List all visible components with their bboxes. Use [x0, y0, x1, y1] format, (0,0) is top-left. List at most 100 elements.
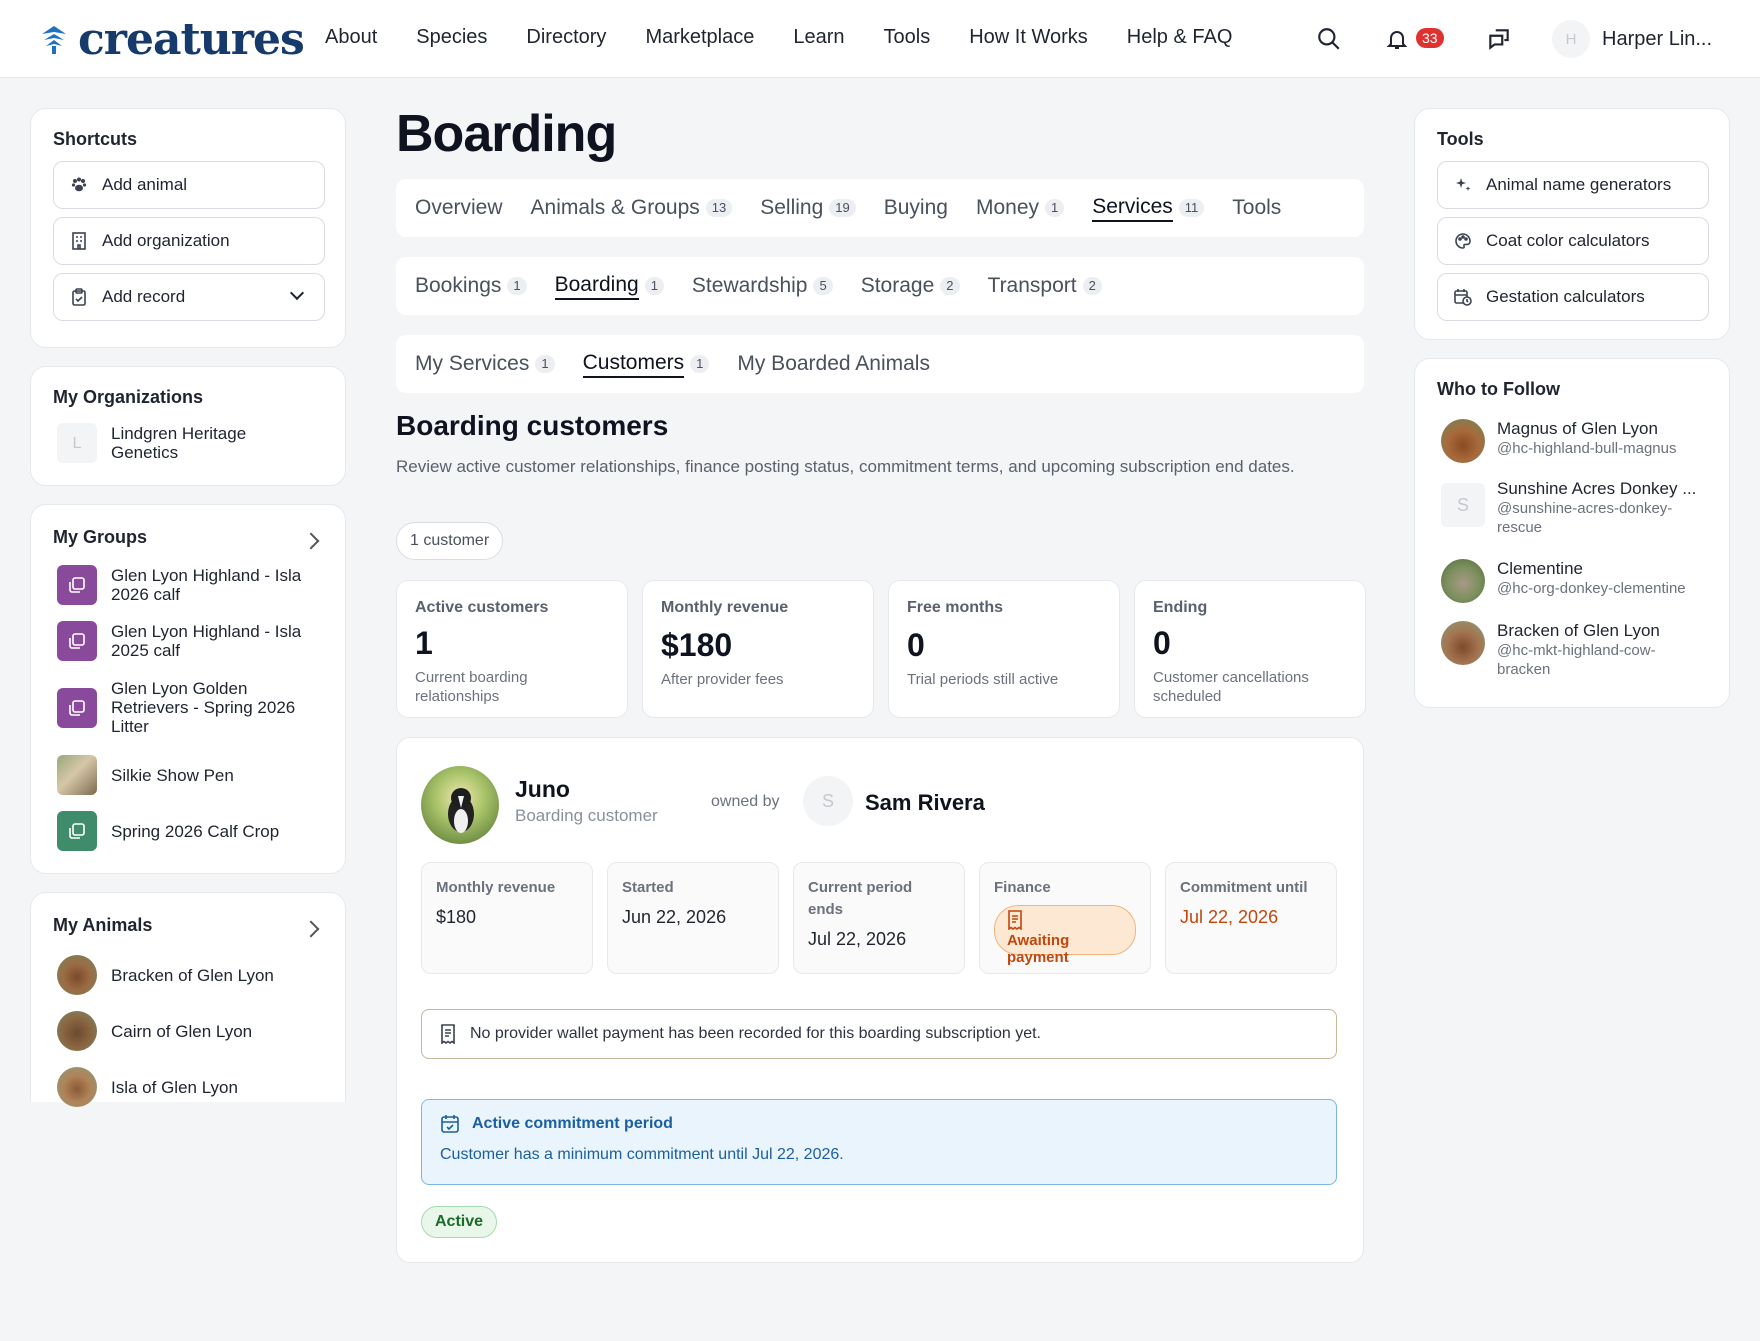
group-item[interactable]: Glen Lyon Highland - Isla 2025 calf [57, 621, 317, 661]
chevron-right-icon[interactable] [302, 532, 320, 550]
tab-my-boarded-animals[interactable]: My Boarded Animals [737, 352, 930, 376]
tab-stewardship[interactable]: Stewardship 5 [692, 274, 833, 298]
follow-name: Clementine [1497, 559, 1583, 578]
animals-title: My Animals [53, 915, 153, 935]
highland-cow-photo [57, 955, 97, 995]
tab-bookings[interactable]: Bookings 1 [415, 274, 527, 298]
nav-about[interactable]: About [325, 26, 377, 49]
tab-my-services[interactable]: My Services 1 [415, 352, 555, 376]
bell-icon[interactable] [1382, 24, 1412, 54]
tab-selling[interactable]: Selling 19 [760, 196, 856, 220]
stat-value: 0 [907, 627, 925, 663]
nav-directory[interactable]: Directory [526, 26, 606, 49]
nav-help-faq[interactable]: Help & FAQ [1127, 26, 1233, 49]
who-to-follow-card: Who to Follow Magnus of Glen Lyon @hc-hig… [1414, 358, 1730, 708]
stat-value: $180 [661, 627, 733, 663]
stat-label: Free months [907, 599, 1004, 616]
chevron-right-icon[interactable] [302, 920, 320, 938]
nav-how-it-works[interactable]: How It Works [969, 26, 1088, 49]
tab-count-badge: 1 [690, 355, 710, 373]
calendar-check-icon [441, 1115, 459, 1133]
owner-avatar[interactable]: S [803, 776, 853, 826]
group-item[interactable]: Glen Lyon Golden Retrievers - Spring 202… [57, 679, 317, 736]
tab-services[interactable]: Services 11 [1092, 195, 1205, 222]
animal-item[interactable]: Isla of Glen Lyon [57, 1067, 317, 1107]
groups-title: My Groups [53, 527, 148, 547]
org-name: Lindgren Heritage Genetics [111, 424, 247, 462]
user-avatar[interactable]: H [1552, 20, 1590, 58]
group-icon [57, 811, 97, 851]
follow-item[interactable]: Bracken of Glen Lyon @hc-mkt-highland-cow… [1441, 621, 1701, 679]
follow-handle: @hc-org-donkey-clementine [1497, 580, 1686, 597]
highland-cow-photo [57, 1067, 97, 1107]
group-icon [57, 565, 97, 605]
my-organizations-card: My Organizations L Lindgren Heritage Gen… [30, 366, 346, 486]
mini-label: Monthly revenue [436, 879, 556, 896]
stat-label: Ending [1153, 599, 1208, 616]
search-icon[interactable] [1314, 24, 1344, 54]
group-icon [57, 621, 97, 661]
follow-item[interactable]: S Sunshine Acres Donkey ... @sunshine-acr… [1441, 479, 1701, 537]
add-animal-label: Add animal [102, 175, 188, 194]
follow-item[interactable]: Clementine @hc-org-donkey-clementine [1441, 559, 1701, 603]
tab-storage[interactable]: Storage 2 [861, 274, 960, 298]
group-item[interactable]: Spring 2026 Calf Crop [57, 811, 317, 851]
mini-value: Jul 22, 2026 [808, 929, 907, 949]
coat-color-calculators-button[interactable]: Coat color calculators [1437, 217, 1709, 265]
current-period-box: Current period ends Jul 22, 2026 [793, 862, 965, 974]
stat-subtext: Current boarding relationships [415, 669, 528, 705]
secondary-tabs: Bookings 1 Boarding 1 Stewardship 5 Storage… [396, 257, 1364, 315]
tab-transport[interactable]: Transport 2 [988, 274, 1102, 298]
animal-name[interactable]: Juno [515, 776, 570, 803]
gestation-calculators-button[interactable]: Gestation calculators [1437, 273, 1709, 321]
add-organization-label: Add organization [102, 231, 230, 250]
group-item[interactable]: Silkie Show Pen [57, 755, 317, 795]
follow-avatar: S [1441, 483, 1485, 527]
owner-name[interactable]: Sam Rivera [865, 790, 985, 816]
tab-count-badge: 5 [813, 277, 833, 295]
follow-item[interactable]: Magnus of Glen Lyon @hc-highland-bull-mag… [1441, 419, 1701, 463]
nav-learn[interactable]: Learn [793, 26, 844, 49]
nav-tools[interactable]: Tools [884, 26, 931, 49]
nav-species[interactable]: Species [416, 26, 487, 49]
tab-money[interactable]: Money 1 [976, 196, 1065, 220]
stat-value: 0 [1153, 625, 1171, 661]
add-record-label: Add record [102, 287, 186, 306]
messages-icon[interactable] [1484, 24, 1514, 54]
tab-boarding[interactable]: Boarding 1 [554, 273, 664, 300]
page-title: Boarding [396, 105, 617, 163]
clipboard-icon [70, 288, 88, 306]
juno-dog-photo[interactable] [421, 766, 499, 844]
tab-customers[interactable]: Customers 1 [582, 351, 710, 378]
tool-label: Gestation calculators [1486, 287, 1645, 306]
add-animal-button[interactable]: Add animal [53, 161, 325, 209]
animal-name-generators-button[interactable]: Animal name generators [1437, 161, 1709, 209]
follow-title: Who to Follow [1437, 379, 1560, 399]
tab-buying[interactable]: Buying [884, 196, 948, 220]
awaiting-payment-badge: Awaiting payment [994, 905, 1136, 966]
user-name[interactable]: Harper Lin... [1602, 28, 1712, 51]
commitment-title: Active commitment period [472, 1115, 673, 1132]
started-box: Started Jun 22, 2026 [607, 862, 779, 974]
tab-tools[interactable]: Tools [1232, 196, 1281, 220]
customer-count-pill: 1 customer [396, 522, 504, 560]
primary-tabs: Overview Animals & Groups 13 Selling 19 Bu… [396, 179, 1364, 237]
add-record-dropdown[interactable]: Add record [53, 273, 325, 321]
brand-logo[interactable]: creatures [38, 14, 305, 65]
nav-marketplace[interactable]: Marketplace [645, 26, 754, 49]
add-organization-button[interactable]: Add organization [53, 217, 325, 265]
tab-overview[interactable]: Overview [415, 196, 503, 220]
group-item[interactable]: Glen Lyon Highland - Isla 2026 calf [57, 565, 317, 605]
top-navbar: creatures About Species Directory Market… [0, 0, 1760, 78]
my-groups-card: My Groups Glen Lyon Highland - Isla 2026… [30, 504, 346, 874]
tab-count-badge: 2 [1082, 277, 1102, 295]
group-name: Spring 2026 Calf Crop [111, 821, 280, 841]
animal-item[interactable]: Cairn of Glen Lyon [57, 1011, 317, 1051]
tab-count-badge: 2 [940, 277, 960, 295]
org-item[interactable]: L Lindgren Heritage Genetics [57, 423, 317, 463]
section-description: Review active customer relationships, fi… [396, 457, 1295, 476]
animal-item[interactable]: Bracken of Glen Lyon [57, 955, 317, 995]
tab-animals-groups[interactable]: Animals & Groups 13 [531, 196, 733, 220]
group-name: Glen Lyon Highland - Isla 2026 calf [111, 566, 302, 604]
follow-name: Bracken of Glen Lyon [1497, 621, 1660, 640]
